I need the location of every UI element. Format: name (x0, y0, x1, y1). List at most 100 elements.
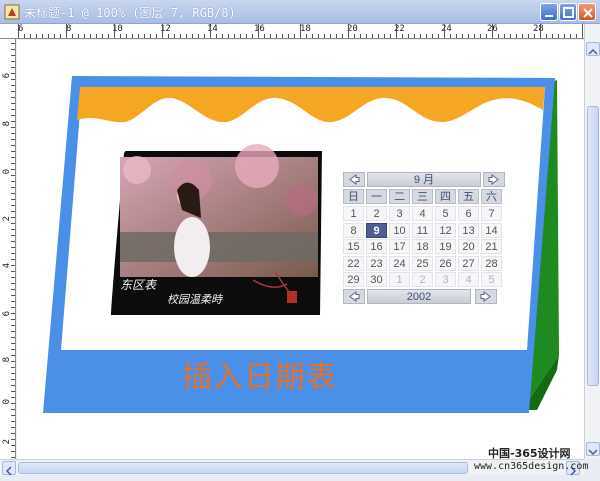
calendar-day-cell[interactable]: 29 (343, 272, 364, 287)
calendar-day-cell[interactable]: 26 (435, 255, 456, 271)
ruler-label: 18 (300, 24, 311, 34)
calendar-day-cell[interactable]: 5 (481, 272, 502, 287)
ruler-tick (108, 34, 109, 38)
calendar-day-cell[interactable]: 2 (366, 206, 387, 221)
horizontal-ruler[interactable]: 6 8 10 12 14 16 18 20 22 24 26 28 (0, 24, 584, 39)
ruler-tick (156, 34, 157, 38)
calendar-day-cell[interactable]: 15 (343, 239, 364, 254)
ruler-tick (462, 34, 463, 38)
calendar-day-cell[interactable]: 9 (366, 222, 387, 238)
title-bar[interactable]: 未标题-1 @ 100% (图层 7, RGB/8) (0, 0, 600, 24)
calendar-day-cell[interactable]: 8 (343, 222, 364, 238)
calendar-day-cell[interactable]: 14 (481, 222, 502, 238)
ruler-tick (288, 34, 289, 38)
ruler-tick (11, 49, 15, 50)
ruler-tick (11, 427, 15, 428)
calendar-day-cell[interactable]: 23 (366, 255, 387, 271)
calendar-day-cell[interactable]: 3 (389, 206, 410, 221)
scroll-left-button[interactable] (2, 461, 16, 476)
ruler-tick (282, 34, 283, 38)
calendar-day-cell[interactable]: 27 (458, 255, 479, 271)
weekday-label: 三 (412, 189, 433, 204)
ruler-tick (240, 34, 241, 38)
ruler-label: 14 (207, 24, 218, 34)
calendar-day-cell[interactable]: 18 (412, 239, 433, 254)
next-month-button[interactable] (483, 172, 505, 187)
close-icon (583, 8, 593, 18)
weekday-label: 四 (435, 189, 456, 204)
horizontal-scroll-thumb[interactable] (18, 462, 468, 474)
ruler-tick (11, 265, 15, 266)
ruler-tick (11, 121, 15, 122)
ruler-tick (360, 34, 361, 38)
left-arrow-icon (349, 174, 360, 185)
vertical-scroll-thumb[interactable] (587, 106, 599, 386)
calendar-day-cell[interactable]: 10 (389, 222, 410, 238)
ruler-tick (306, 34, 307, 38)
calendar-day-cell[interactable]: 19 (435, 239, 456, 254)
calendar-day-cell[interactable]: 24 (389, 255, 410, 271)
photo-caption-left: 东区表 (120, 278, 157, 292)
ruler-tick (96, 34, 97, 38)
calendar-day-cell[interactable]: 2 (412, 272, 433, 287)
ruler-tick (11, 109, 15, 110)
vertical-ruler[interactable]: 6 8 0 2 4 6 8 0 2 (0, 39, 16, 459)
calendar-day-cell[interactable]: 4 (458, 272, 479, 287)
left-arrow-icon (5, 466, 12, 476)
ruler-tick (11, 211, 15, 212)
photo-caption-right: 校园温柔時 (167, 293, 222, 306)
weekday-label: 日 (343, 189, 364, 204)
ruler-tick (126, 34, 127, 38)
calendar-year-label: 2002 (367, 289, 471, 304)
calendar-day-cell[interactable]: 5 (435, 206, 456, 221)
calendar-day-cell[interactable]: 12 (435, 222, 456, 238)
vertical-scrollbar[interactable] (584, 24, 600, 459)
ruler-tick (480, 34, 481, 38)
calendar-day-cell[interactable]: 30 (366, 272, 387, 287)
calendar-year-row: 2002 (343, 289, 505, 305)
window-title: 未标题-1 @ 100% (图层 7, RGB/8) (24, 6, 236, 20)
next-year-button[interactable] (475, 289, 497, 304)
calendar-day-cell[interactable]: 1 (389, 272, 410, 287)
minimize-button[interactable] (540, 3, 558, 21)
ruler-tick (11, 373, 15, 374)
calendar-day-cell[interactable]: 4 (412, 206, 433, 221)
scroll-down-button[interactable] (586, 442, 600, 456)
prev-year-button[interactable] (343, 289, 365, 304)
calendar-day-cell[interactable]: 20 (458, 239, 479, 254)
ruler-tick (408, 34, 409, 38)
calendar-day-cell[interactable]: 3 (435, 272, 456, 287)
maximize-button[interactable] (559, 3, 577, 21)
ruler-tick (11, 157, 15, 158)
ruler-tick (384, 34, 385, 38)
ruler-tick (144, 34, 145, 38)
ruler-tick (11, 307, 15, 308)
left-arrow-icon (349, 291, 360, 302)
calendar-day-cell[interactable]: 11 (412, 222, 433, 238)
calendar-day-cell[interactable]: 21 (481, 239, 502, 254)
ruler-tick (516, 34, 517, 38)
calendar-day-cell[interactable]: 16 (366, 239, 387, 254)
ruler-tick (246, 34, 247, 38)
calendar-day-cell[interactable]: 17 (389, 239, 410, 254)
ruler-tick (264, 34, 265, 38)
calendar-day-cell[interactable]: 25 (412, 255, 433, 271)
ruler-label: 28 (533, 24, 544, 34)
close-button[interactable] (578, 3, 596, 21)
ruler-tick (11, 133, 15, 134)
calendar-day-cell[interactable]: 28 (481, 255, 502, 271)
ruler-tick (11, 145, 15, 146)
ruler-tick (11, 397, 15, 398)
calendar-day-cell[interactable]: 1 (343, 206, 364, 221)
calendar-day-cell[interactable]: 6 (458, 206, 479, 221)
ruler-tick (276, 34, 277, 38)
calendar-day-cell[interactable]: 7 (481, 206, 502, 221)
calendar-day-cell[interactable]: 13 (458, 222, 479, 238)
ruler-tick (90, 34, 91, 38)
prev-month-button[interactable] (343, 172, 365, 187)
scroll-up-button[interactable] (586, 42, 600, 56)
ruler-tick (11, 127, 15, 128)
ruler-tick (198, 34, 199, 38)
weekday-label: 一 (366, 189, 387, 204)
calendar-day-cell[interactable]: 22 (343, 255, 364, 271)
